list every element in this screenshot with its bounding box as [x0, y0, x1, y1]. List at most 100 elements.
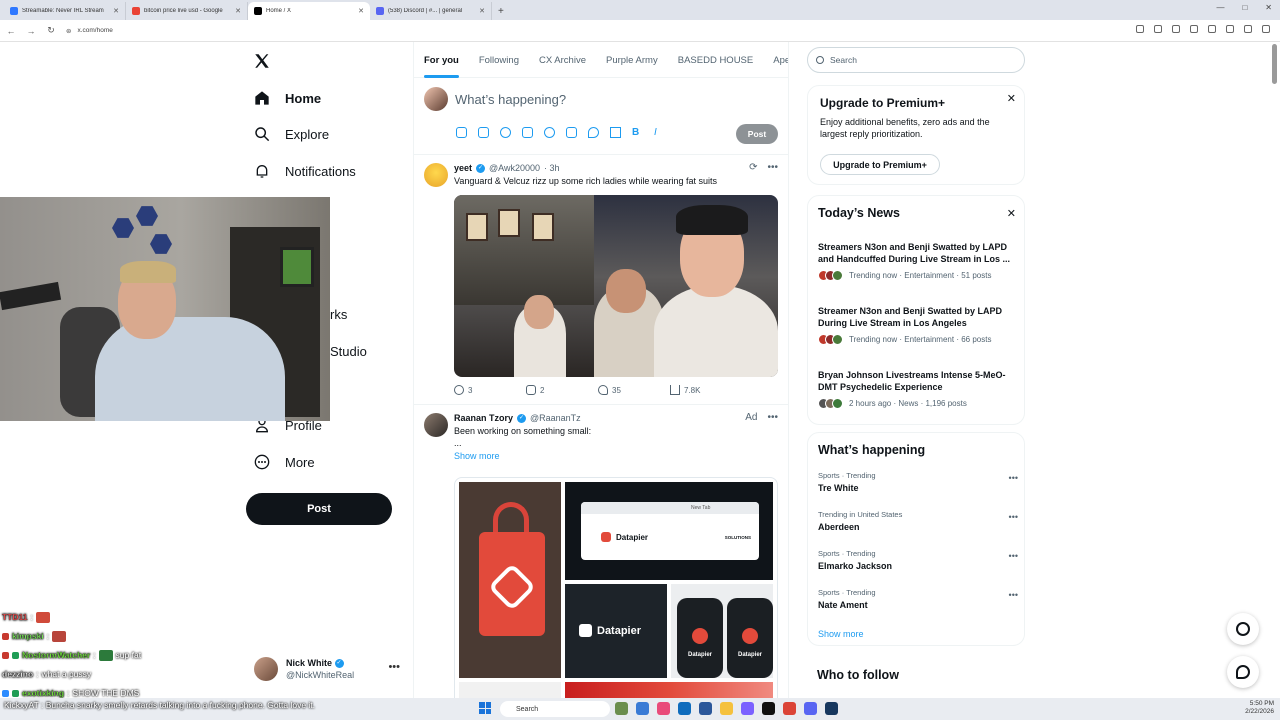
- tweet-author[interactable]: Raanan Tzory: [454, 413, 513, 423]
- steam-icon[interactable]: [825, 702, 838, 715]
- browser-tab-active[interactable]: Home / X ✕: [248, 2, 370, 20]
- close-window-icon[interactable]: ✕: [1265, 3, 1272, 12]
- browser-tab[interactable]: (538) Discord | #... | general ✕: [370, 2, 492, 20]
- upgrade-premium-button[interactable]: Upgrade to Premium+: [820, 154, 940, 175]
- trend-item[interactable]: Sports · Trending Elmarko Jackson •••: [818, 549, 1018, 571]
- avatar[interactable]: [424, 87, 448, 111]
- tab-cx-archive[interactable]: CX Archive: [529, 42, 596, 78]
- tweet-media-gallery[interactable]: New Tab Datapier SOLUTIONS Datapier Data…: [454, 477, 778, 720]
- compose-post-button[interactable]: Post: [736, 124, 778, 144]
- bold-icon[interactable]: B: [632, 127, 643, 138]
- trend-item[interactable]: Sports · Trending Tre White •••: [818, 471, 1018, 493]
- url-field[interactable]: ⊜ x.com/home: [66, 27, 113, 35]
- taskbar-search[interactable]: Search: [500, 701, 610, 717]
- location-icon[interactable]: [588, 127, 599, 138]
- app-icon[interactable]: [741, 702, 754, 715]
- more-horizontal-icon[interactable]: •••: [1009, 590, 1018, 600]
- trend-item[interactable]: Trending in United States Aberdeen •••: [818, 510, 1018, 532]
- emoji-icon[interactable]: [544, 127, 555, 138]
- menu-icon[interactable]: [1262, 25, 1270, 33]
- close-icon[interactable]: ✕: [358, 7, 364, 15]
- tweet-handle[interactable]: @RaananTz: [530, 413, 581, 423]
- italic-icon[interactable]: I: [654, 127, 665, 138]
- page-scrollbar[interactable]: [1272, 44, 1277, 84]
- app-icon[interactable]: [657, 702, 670, 715]
- gif-icon[interactable]: [478, 127, 489, 138]
- show-more-link[interactable]: Show more: [818, 629, 864, 639]
- file-explorer-icon[interactable]: [720, 702, 733, 715]
- close-icon[interactable]: ✕: [113, 7, 119, 15]
- extension-icon[interactable]: [1190, 25, 1198, 33]
- grok-icon[interactable]: ⟳: [749, 162, 757, 173]
- avatar[interactable]: [424, 413, 448, 437]
- nav-more[interactable]: More: [253, 453, 315, 471]
- tweet-handle[interactable]: @Awk20000: [489, 163, 540, 173]
- tab-for-you[interactable]: For you: [414, 42, 469, 78]
- more-horizontal-icon[interactable]: •••: [1009, 473, 1018, 483]
- more-horizontal-icon[interactable]: •••: [1009, 512, 1018, 522]
- reply-button[interactable]: 3: [454, 385, 526, 395]
- edge-icon[interactable]: [678, 702, 691, 715]
- grok-button[interactable]: [1227, 613, 1259, 645]
- tab-following[interactable]: Following: [469, 42, 529, 78]
- schedule-icon[interactable]: [566, 127, 577, 138]
- trend-item[interactable]: Sports · Trending Nate Ament •••: [818, 588, 1018, 610]
- site-info-icon[interactable]: ⊜: [66, 27, 71, 35]
- x-logo-icon[interactable]: [253, 52, 271, 70]
- repost-button[interactable]: 2: [526, 385, 598, 395]
- poll-icon[interactable]: [522, 127, 533, 138]
- news-item[interactable]: Bryan Johnson Livestreams Intense 5-MeO-…: [818, 369, 1018, 409]
- close-icon[interactable]: ✕: [1007, 207, 1016, 220]
- forward-icon[interactable]: →: [26, 26, 36, 36]
- tweet[interactable]: Raanan Tzory ✓ @RaananTz Ad ••• Been wor…: [414, 405, 788, 720]
- flag-icon[interactable]: [610, 127, 621, 138]
- messages-button[interactable]: [1227, 656, 1259, 688]
- new-tab-button[interactable]: +: [492, 2, 510, 20]
- search-input[interactable]: Search: [807, 47, 1025, 73]
- zoom-icon[interactable]: [1154, 25, 1162, 33]
- nav-home[interactable]: Home: [253, 89, 321, 107]
- more-horizontal-icon[interactable]: •••: [767, 162, 778, 173]
- app-icon[interactable]: [699, 702, 712, 715]
- compose-input[interactable]: What’s happening?: [455, 92, 566, 107]
- profile-icon[interactable]: [1244, 25, 1252, 33]
- close-icon[interactable]: ✕: [479, 7, 485, 15]
- browser-tab[interactable]: Streamable: Never IRL Stream ✕: [4, 2, 126, 20]
- close-icon[interactable]: ✕: [1007, 92, 1016, 105]
- nav-notifications[interactable]: Notifications: [253, 162, 356, 180]
- windows-start-icon[interactable]: [479, 702, 491, 714]
- more-horizontal-icon[interactable]: •••: [388, 661, 400, 673]
- system-tray[interactable]: 5:50 PM 2/22/2026: [1245, 700, 1274, 716]
- tab-purple-army[interactable]: Purple Army: [596, 42, 668, 78]
- news-item[interactable]: Streamers N3on and Benji Swatted by LAPD…: [818, 241, 1018, 281]
- tab-ape[interactable]: Ape: [763, 42, 788, 78]
- share-icon[interactable]: [1172, 25, 1180, 33]
- tweet-time[interactable]: · 3h: [544, 163, 560, 173]
- minimize-icon[interactable]: —: [1216, 3, 1224, 12]
- close-icon[interactable]: ✕: [235, 7, 241, 15]
- copilot-icon[interactable]: [636, 702, 649, 715]
- discord-icon[interactable]: [804, 702, 817, 715]
- chrome-icon[interactable]: [783, 702, 796, 715]
- post-button[interactable]: Post: [246, 493, 392, 525]
- tweet[interactable]: yeet ✓ @Awk20000 · 3h ⟳ ••• Vanguard & V…: [414, 155, 788, 405]
- puzzle-icon[interactable]: [1208, 25, 1216, 33]
- widget-icon[interactable]: [615, 702, 628, 715]
- maximize-icon[interactable]: □: [1242, 3, 1247, 12]
- more-horizontal-icon[interactable]: •••: [767, 412, 778, 423]
- app-icon[interactable]: [762, 702, 775, 715]
- avatar[interactable]: [424, 163, 448, 187]
- news-item[interactable]: Streamer N3on and Benji Swatted by LAPD …: [818, 305, 1018, 345]
- nav-explore[interactable]: Explore: [253, 125, 329, 143]
- nav-studio[interactable]: Studio: [330, 344, 367, 359]
- grok-icon[interactable]: [500, 127, 511, 138]
- like-button[interactable]: 35: [598, 385, 670, 395]
- views-button[interactable]: 7.8K: [670, 385, 742, 395]
- more-horizontal-icon[interactable]: •••: [1009, 551, 1018, 561]
- image-icon[interactable]: [456, 127, 467, 138]
- sidebar-icon[interactable]: [1226, 25, 1234, 33]
- tab-basedd-house[interactable]: BASEDD HOUSE: [668, 42, 764, 78]
- tweet-author[interactable]: yeet: [454, 163, 472, 173]
- back-icon[interactable]: ←: [6, 26, 16, 36]
- show-more-link[interactable]: Show more: [454, 450, 774, 462]
